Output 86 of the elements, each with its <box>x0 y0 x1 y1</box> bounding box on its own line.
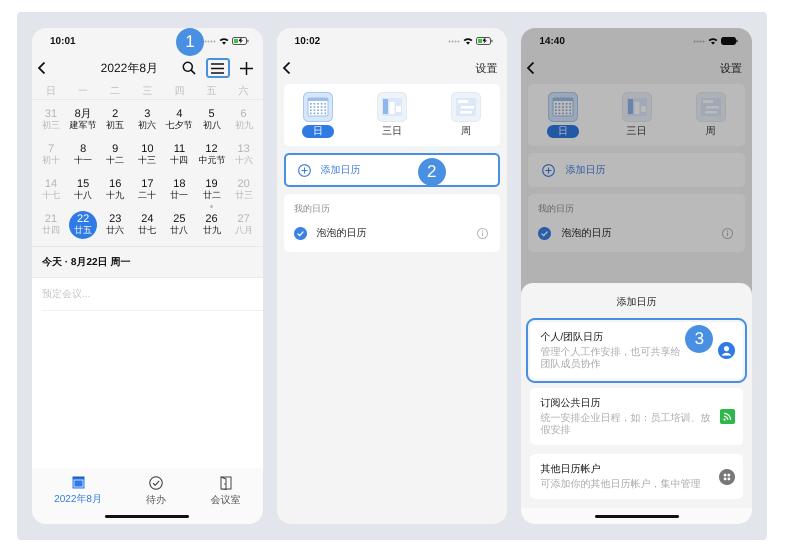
weekday-label: 三 <box>142 84 152 98</box>
columns-icon[interactable] <box>622 92 652 122</box>
check-circle-icon <box>149 476 164 490</box>
back-icon[interactable] <box>282 61 292 75</box>
info-icon[interactable] <box>722 228 734 238</box>
view-label[interactable]: 三日 <box>371 125 413 138</box>
status-time: 10:01 <box>50 36 76 46</box>
day-cell[interactable]: 25 廿八 <box>165 210 194 238</box>
person-icon <box>718 342 736 359</box>
day-cell[interactable]: 9 十二 <box>101 140 130 168</box>
plus-circle-icon <box>298 164 311 176</box>
section-label: 我的日历 <box>294 203 331 216</box>
view-label[interactable]: 周 <box>450 125 482 138</box>
back-icon[interactable] <box>37 61 47 75</box>
settings-link[interactable]: 设置 <box>475 60 498 76</box>
apps-icon <box>719 468 736 484</box>
settings-link[interactable]: 设置 <box>720 60 742 76</box>
day-cell[interactable]: 2 初五 <box>101 106 130 134</box>
day-cell[interactable]: 12 中元节 <box>198 140 226 168</box>
weekday-label: 六 <box>238 84 249 98</box>
option-description: 可添加你的其他日历帐户，集中管理 <box>540 479 702 491</box>
day-cell[interactable]: 11 十四 <box>165 140 194 168</box>
day-cell[interactable]: 26 廿九 <box>198 210 226 238</box>
day-cell[interactable]: 8月 建军节 <box>69 106 98 134</box>
view-tab[interactable]: 日 <box>546 125 579 138</box>
day-cell[interactable]: 19 廿二 <box>198 176 226 204</box>
menu-icon <box>211 62 224 74</box>
option-title: 其他日历帐户 <box>540 462 600 476</box>
status-time: 14:40 <box>539 36 565 46</box>
weekday-label: 四 <box>174 84 184 98</box>
calendar-icon <box>72 476 85 489</box>
step-badge: 1 <box>176 28 204 56</box>
day-cell[interactable]: 10 十三 <box>133 140 162 168</box>
option-title: 订阅公共日历 <box>540 396 600 410</box>
option-description: 统一安排企业日程，如：员工培训、放假安排 <box>540 413 712 437</box>
section-label: 我的日历 <box>538 203 576 216</box>
day-cell[interactable]: 8 十一 <box>69 140 98 168</box>
wifi-icon <box>218 37 229 45</box>
day-cell[interactable]: 24 廿七 <box>133 210 162 238</box>
wifi-icon <box>463 37 474 45</box>
weekday-label: 五 <box>206 84 217 98</box>
day-cell[interactable]: 17 二十 <box>133 176 162 204</box>
tab[interactable]: 会议室 <box>210 476 241 508</box>
option-card[interactable]: 订阅公共日历 统一安排企业日程，如：员工培训、放假安排 <box>530 388 744 445</box>
checkbox[interactable] <box>538 226 552 240</box>
option-card[interactable]: 其他日历帐户 可添加你的其他日历帐户，集中管理 <box>530 454 744 499</box>
day-cell[interactable]: 3 初六 <box>133 106 162 134</box>
view-label[interactable]: 周 <box>694 125 727 138</box>
checkbox[interactable] <box>294 226 307 240</box>
tab[interactable]: 待办 <box>146 476 166 508</box>
plus-icon[interactable] <box>240 62 253 74</box>
day-cell[interactable]: 16 十九 <box>101 176 130 204</box>
calendar-name: 泡泡的日历 <box>316 227 368 240</box>
plus-circle-icon <box>542 164 556 176</box>
calendar-name: 泡泡的日历 <box>561 227 612 240</box>
signal-icon <box>693 40 706 42</box>
menu-button[interactable] <box>206 58 230 78</box>
option-title: 个人/团队日历 <box>540 331 604 344</box>
option-description: 管理个人工作安排，也可共享给团队成员协作 <box>540 347 682 371</box>
signal-icon <box>448 40 460 42</box>
weekday-label: 一 <box>78 84 88 98</box>
weekday-label: 日 <box>46 84 56 98</box>
weekday-label: 二 <box>110 84 120 98</box>
day-cell[interactable]: 18 廿一 <box>165 176 194 204</box>
view-label[interactable]: 三日 <box>616 125 658 138</box>
day-cell[interactable]: 23 廿六 <box>101 210 130 238</box>
columns-icon[interactable] <box>377 92 407 122</box>
feed-icon <box>720 409 736 424</box>
status-time: 10:02 <box>294 36 320 46</box>
selected-day[interactable]: 22 廿五 <box>69 210 98 238</box>
info-icon[interactable] <box>477 228 488 238</box>
sheet-title: 添加日历 <box>616 296 657 310</box>
day-cell[interactable]: 5 初八 <box>198 106 226 134</box>
back-icon[interactable] <box>526 61 536 75</box>
tab[interactable]: 2022年8月 <box>54 476 102 508</box>
signal-icon <box>204 40 216 42</box>
door-icon <box>220 476 232 490</box>
view-tab[interactable]: 日 <box>302 125 334 138</box>
search-icon[interactable] <box>182 61 196 75</box>
month-grid-icon[interactable] <box>548 92 578 122</box>
day-cell[interactable]: 4 七夕节 <box>165 106 194 134</box>
day-cell[interactable]: 15 十八 <box>69 176 98 204</box>
month-grid-icon[interactable] <box>303 92 334 122</box>
add-calendar-button[interactable]: 添加日历 <box>528 153 746 187</box>
wifi-icon <box>708 37 718 45</box>
month-title: 2022年8月 <box>100 60 160 76</box>
